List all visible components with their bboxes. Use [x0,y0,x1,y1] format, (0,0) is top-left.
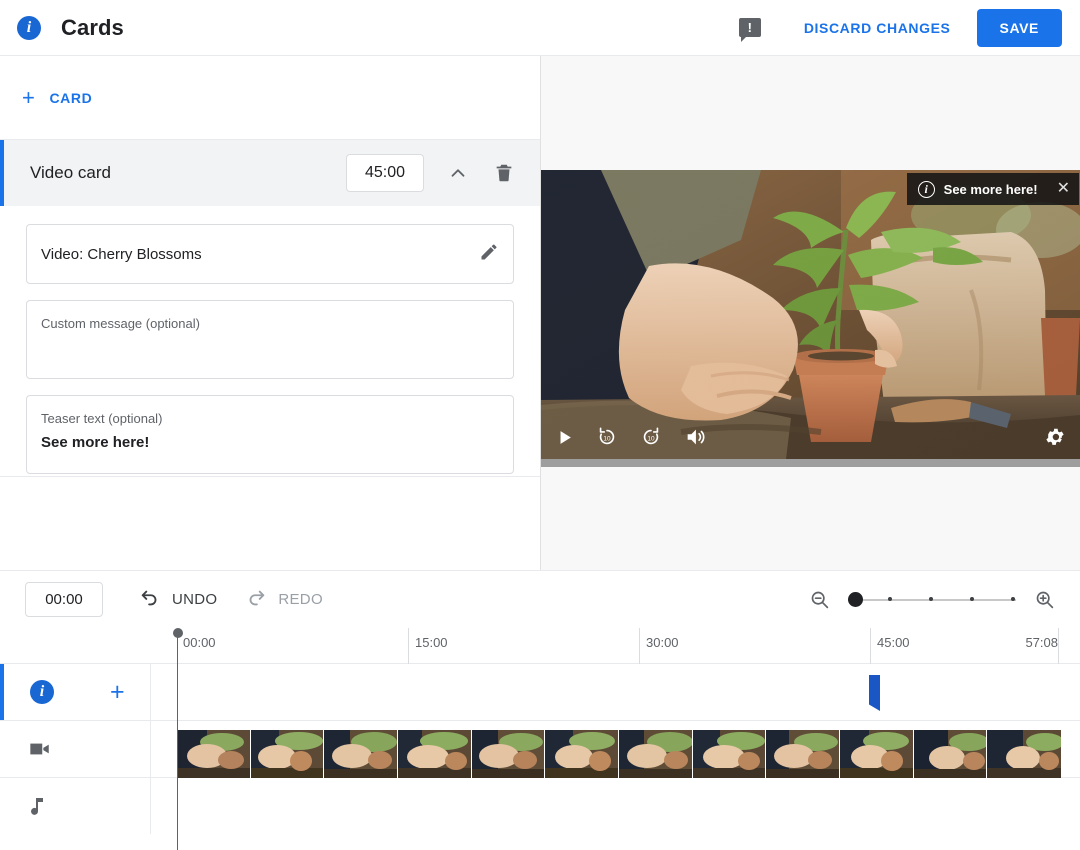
timeline-zoom-control [809,589,1055,610]
clip-thumbnail [177,730,251,780]
redo-button[interactable]: REDO [237,581,331,619]
timeline-toolbar: 00:00 UNDO REDO [0,570,1080,628]
video-track [0,721,1080,780]
video-track-body[interactable] [151,721,1080,780]
card-time-input[interactable]: 45:00 [346,154,424,192]
video-select-value: Video: Cherry Blossoms [41,245,202,263]
teaser-text-label: Teaser text (optional) [41,411,163,426]
trash-icon[interactable] [486,155,522,191]
zoom-tick-1 [888,597,892,601]
video-progress-bar[interactable] [541,459,1080,467]
zoom-tick-2 [929,597,933,601]
zoom-slider-thumb[interactable] [848,591,863,607]
ruler-mark-1: 15:00 [408,628,448,664]
volume-icon[interactable] [684,426,706,448]
clip-thumbnail [324,730,399,780]
custom-message-label: Custom message (optional) [41,316,200,331]
ruler-mark-3: 45:00 [870,628,910,664]
replay-10-icon[interactable]: 10 [596,426,618,448]
teaser-text-value: See more here! [41,434,150,451]
info-circle-icon: i [917,180,935,198]
timecode-input[interactable]: 00:00 [25,582,103,617]
custom-message-field[interactable]: Custom message (optional) [26,300,514,379]
cards-track: i + [0,664,1080,721]
page-title: Cards [61,14,124,40]
undo-icon [139,587,161,613]
add-card-button[interactable]: + CARD [22,83,92,113]
zoom-tick-3 [970,597,974,601]
svg-text:10: 10 [647,436,655,443]
clip-thumbnail [913,730,988,780]
teaser-overlay-chip[interactable]: i See more here! ✕ [906,173,1079,205]
zoom-tick-4 [1011,597,1015,601]
timeline-duration-label: 57:08 [1025,635,1058,650]
feedback-icon[interactable]: ! [738,18,761,42]
clip-thumbnail [545,730,620,780]
ruler-mark-2: 30:00 [639,628,679,664]
cards-track-body[interactable] [151,664,1080,720]
info-icon[interactable]: i [30,680,54,704]
svg-text:10: 10 [603,436,611,443]
zoom-in-icon[interactable] [1034,589,1055,610]
audio-track-body[interactable] [151,778,1080,834]
teaser-text-field[interactable]: Teaser text (optional) See more here! [26,395,514,474]
clip-thumbnail [398,730,472,780]
clip-thumbnail [250,730,325,780]
video-track-header [0,721,151,777]
close-icon[interactable]: ✕ [1057,181,1070,197]
timeline-ruler[interactable]: 00:00 15:00 30:00 45:00 57:08 [0,628,1080,664]
redo-icon [245,587,267,613]
zoom-out-icon[interactable] [809,589,830,610]
audio-track [0,778,1080,834]
pencil-icon[interactable] [479,242,499,267]
video-preview-pane: i See more here! ✕ 10 10 [541,56,1080,570]
video-select-field[interactable]: Video: Cherry Blossoms [26,224,514,284]
timeline-playhead[interactable] [172,628,183,850]
save-button[interactable]: SAVE [976,8,1062,47]
undo-label: UNDO [172,591,218,608]
add-card-marker-button[interactable]: + [110,679,125,705]
video-card-header[interactable]: Video card 45:00 [0,140,540,206]
clip-thumbnail [987,730,1061,780]
clip-thumbnail [840,730,914,780]
header-actions: ! DISCARD CHANGES SAVE [738,8,1080,47]
play-icon[interactable] [555,428,574,447]
ruler-mark-0: 00:00 [183,635,216,650]
clip-thumbnail [766,730,841,780]
clip-thumbnail [692,730,767,780]
gear-icon[interactable] [1044,426,1066,448]
cards-track-header: i + [0,664,151,720]
chevron-up-icon[interactable] [440,155,476,191]
info-icon[interactable]: i [17,15,41,40]
video-camera-icon [26,736,52,762]
add-card-label: CARD [49,89,93,106]
teaser-overlay-text: See more here! [943,181,1038,197]
video-card-body: Video: Cherry Blossoms Custom message (o… [0,206,540,474]
card-marker[interactable] [869,675,880,711]
app-header: i Cards ! DISCARD CHANGES SAVE [0,0,1080,56]
ruler-end-line [1058,628,1059,664]
audio-track-header [0,778,151,834]
cards-editor-app: i Cards ! DISCARD CHANGES SAVE + CARD Vi… [0,0,1080,850]
panel-divider [0,476,540,477]
redo-label: REDO [278,591,323,608]
forward-10-icon[interactable]: 10 [640,426,662,448]
add-card-row: + CARD [0,56,540,140]
video-clip[interactable] [177,730,1061,780]
clip-thumbnail [619,730,693,780]
discard-changes-button[interactable]: DISCARD CHANGES [796,12,959,44]
video-card-title: Video card [30,163,111,182]
feedback-glyph: ! [747,19,752,35]
music-note-icon [26,794,50,818]
playhead-knob[interactable] [172,628,183,638]
video-controls-bar: 10 10 [541,415,1080,459]
plus-icon: + [22,84,36,110]
cards-panel: + CARD Video card 45:00 Video: Cherry Bl… [0,56,541,570]
undo-button[interactable]: UNDO [131,581,225,619]
zoom-slider[interactable] [848,590,1016,610]
video-player[interactable]: i See more here! ✕ 10 10 [541,170,1080,459]
clip-thumbnail [471,730,546,780]
